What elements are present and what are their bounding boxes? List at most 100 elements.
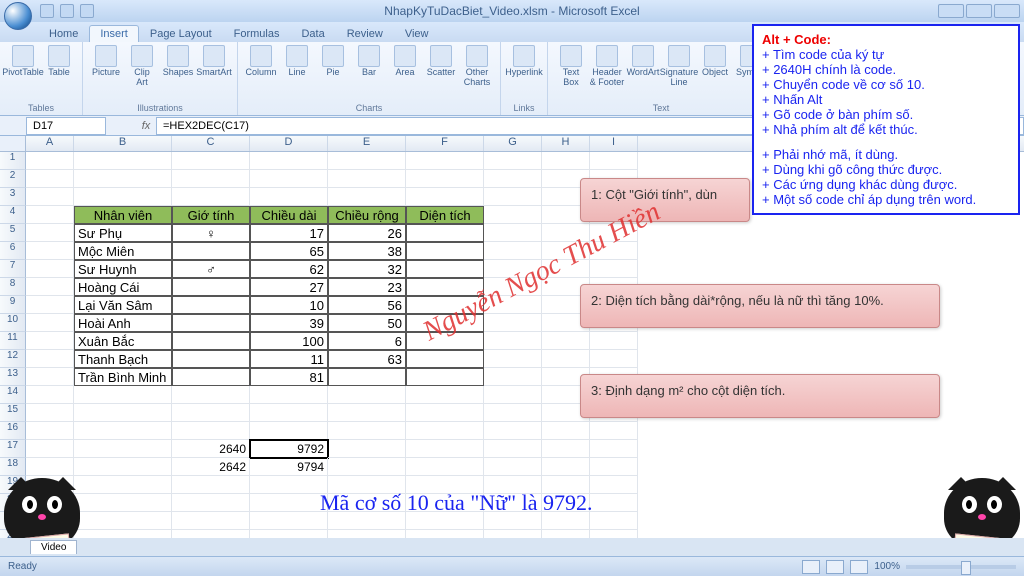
view-layout-icon[interactable] [826,560,844,574]
table-header[interactable]: Chiều dài [250,206,328,224]
width-cell[interactable] [328,368,406,386]
zoom-slider[interactable] [906,565,1016,569]
cell[interactable] [250,476,328,494]
cell-A6[interactable] [26,242,74,260]
cell[interactable] [328,422,406,440]
qat-undo-icon[interactable] [60,4,74,18]
cell-A1[interactable] [26,152,74,170]
cell[interactable] [172,386,250,404]
tab-view[interactable]: View [394,25,440,42]
cell-A12[interactable] [26,350,74,368]
cell[interactable] [590,242,638,260]
cell[interactable] [484,332,542,350]
callout-2[interactable]: 2: Diện tích bằng dài*rộng, nếu là nữ th… [580,284,940,328]
picture-button[interactable]: Picture [89,44,123,89]
name-cell[interactable]: Xuân Bắc [74,332,172,350]
close-button[interactable] [994,4,1020,18]
cell[interactable] [590,458,638,476]
name-cell[interactable]: Hoàng Cái [74,278,172,296]
row-header-4[interactable]: 4 [0,206,26,224]
gender-cell[interactable] [172,278,250,296]
area-cell[interactable] [406,242,484,260]
cell[interactable] [542,422,590,440]
width-cell[interactable]: 38 [328,242,406,260]
dec-cell[interactable]: 9792 [250,440,328,458]
cell-A9[interactable] [26,296,74,314]
table-button[interactable]: Table [42,44,76,79]
gender-cell[interactable] [172,350,250,368]
cell[interactable] [74,458,172,476]
col-header-E[interactable]: E [328,136,406,151]
cell[interactable] [406,404,484,422]
cell-A11[interactable] [26,332,74,350]
cell[interactable] [250,188,328,206]
row-header-2[interactable]: 2 [0,170,26,188]
width-cell[interactable]: 26 [328,224,406,242]
zoom-level[interactable]: 100% [874,561,900,572]
row-header-11[interactable]: 11 [0,332,26,350]
area-cell[interactable] [406,278,484,296]
hex-cell[interactable]: 2640 [172,440,250,458]
length-cell[interactable]: 10 [250,296,328,314]
width-cell[interactable]: 63 [328,350,406,368]
col-header-A[interactable]: A [26,136,74,151]
cell-A14[interactable] [26,386,74,404]
length-cell[interactable]: 17 [250,224,328,242]
cell[interactable] [590,476,638,494]
cell[interactable] [542,350,590,368]
cell[interactable] [484,422,542,440]
length-cell[interactable]: 39 [250,314,328,332]
cell[interactable] [590,332,638,350]
col-header-F[interactable]: F [406,136,484,151]
cell[interactable] [484,458,542,476]
view-normal-icon[interactable] [802,560,820,574]
name-box[interactable] [26,117,106,135]
maximize-button[interactable] [966,4,992,18]
row-header-7[interactable]: 7 [0,260,26,278]
clip-button[interactable]: Clip Art [125,44,159,89]
gender-cell[interactable]: ♂ [172,260,250,278]
cell[interactable] [484,260,542,278]
cell[interactable] [328,404,406,422]
cell-A7[interactable] [26,260,74,278]
cell[interactable] [250,512,328,530]
cell[interactable] [590,512,638,530]
cell[interactable] [74,494,172,512]
dec-cell[interactable]: 9794 [250,458,328,476]
col-header-D[interactable]: D [250,136,328,151]
row-header-8[interactable]: 8 [0,278,26,296]
cell[interactable] [250,170,328,188]
cell-A2[interactable] [26,170,74,188]
smartart-button[interactable]: SmartArt [197,44,231,89]
row-header-12[interactable]: 12 [0,350,26,368]
gender-cell[interactable] [172,332,250,350]
fx-icon[interactable]: fx [136,120,156,132]
cell[interactable] [590,224,638,242]
text-button[interactable]: Text Box [554,44,588,89]
row-header-1[interactable]: 1 [0,152,26,170]
cell[interactable] [484,152,542,170]
cell[interactable] [172,494,250,512]
callout-3[interactable]: 3: Định dạng m² cho cột diện tích. [580,374,940,418]
hyperlink-button[interactable]: Hyperlink [507,44,541,79]
cell[interactable] [542,458,590,476]
row-header-10[interactable]: 10 [0,314,26,332]
cell[interactable] [74,386,172,404]
hex-cell[interactable]: 2642 [172,458,250,476]
name-cell[interactable]: Hoài Anh [74,314,172,332]
row-header-5[interactable]: 5 [0,224,26,242]
area-button[interactable]: Area [388,44,422,89]
tab-review[interactable]: Review [336,25,394,42]
col-header-B[interactable]: B [74,136,172,151]
cell[interactable] [172,152,250,170]
length-cell[interactable]: 11 [250,350,328,368]
object-button[interactable]: Object [698,44,732,89]
length-cell[interactable]: 65 [250,242,328,260]
tab-home[interactable]: Home [38,25,89,42]
length-cell[interactable]: 81 [250,368,328,386]
length-cell[interactable]: 62 [250,260,328,278]
qat-save-icon[interactable] [40,4,54,18]
cell[interactable] [484,386,542,404]
cell[interactable] [484,314,542,332]
name-cell[interactable]: Lại Văn Sâm [74,296,172,314]
